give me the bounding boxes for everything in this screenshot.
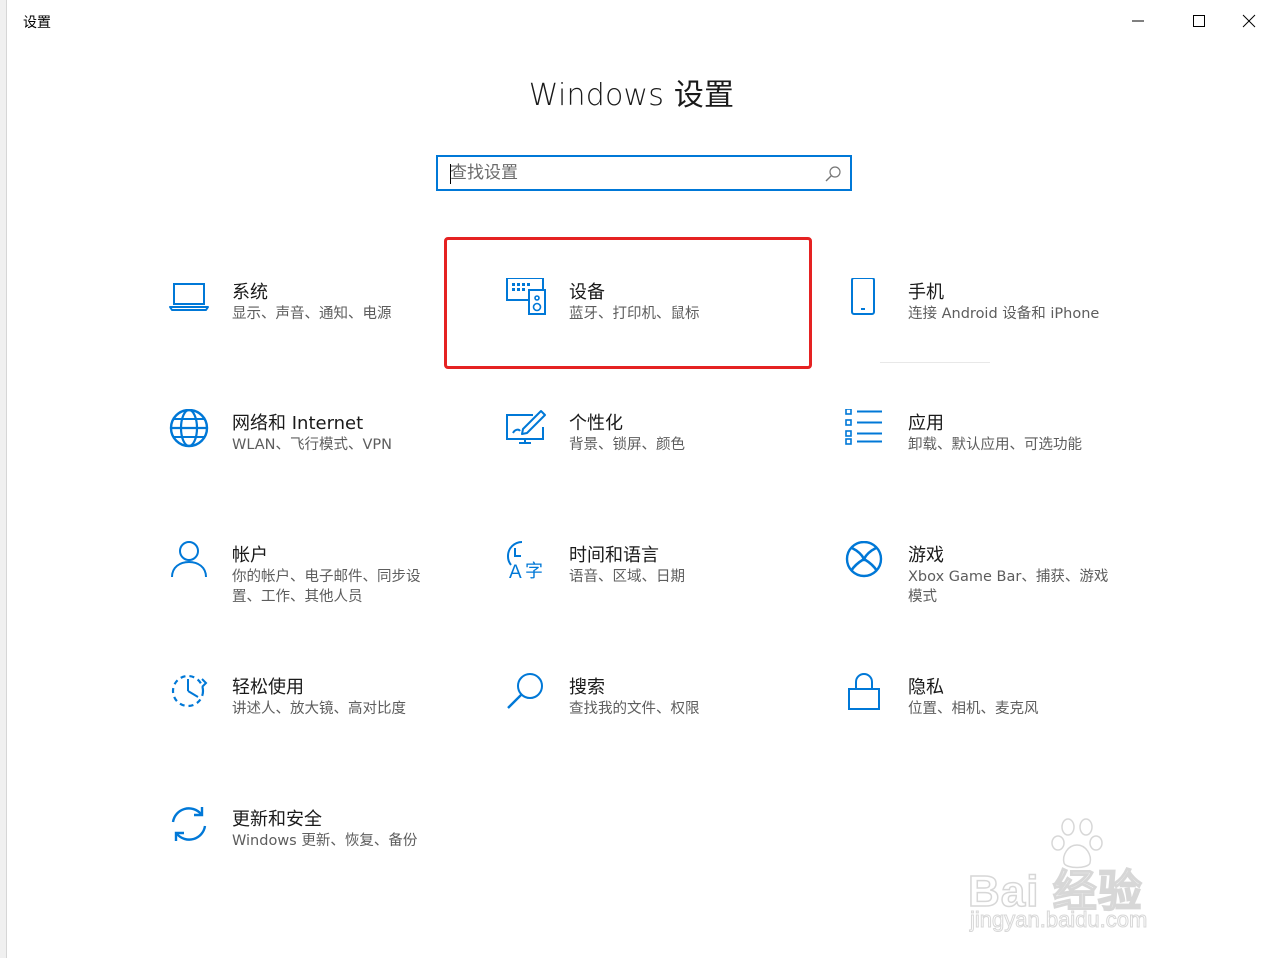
page-title: Windows 设置 [528, 78, 735, 113]
phone-icon [851, 278, 875, 315]
tile-description: Xbox Game Bar、捕获、游戏模式 [908, 569, 1109, 605]
highlight-box [444, 237, 812, 369]
tile-accounts[interactable]: 帐户 你的帐户、电子邮件、同步设置、工作、其他人员 [168, 541, 468, 631]
ease-of-access-icon [171, 674, 208, 708]
tile-description: 连接 Android 设备和 iPhone [908, 306, 1100, 322]
time-language-icon: A 字 [507, 541, 543, 583]
tile-description: 显示、声音、通知、电源 [232, 306, 392, 322]
tile-name: 搜索 [569, 677, 605, 698]
tile-phone[interactable]: 手机 连接 Android 设备和 iPhone [844, 278, 1144, 368]
maximize-icon [1193, 15, 1205, 27]
tile-search[interactable]: 搜索 查找我的文件、权限 [505, 673, 805, 763]
tile-name: 网络和 Internet [232, 413, 364, 434]
tile-privacy[interactable]: 隐私 位置、相机、麦克风 [844, 673, 1144, 763]
svg-text:A: A [509, 562, 522, 583]
tile-time-language[interactable]: A 字 时间和语言 语音、区域、日期 [505, 541, 805, 631]
tile-name: 帐户 [232, 545, 268, 566]
baidu-watermark: Bai 经验 jingyan.baidu.com [960, 815, 1240, 935]
minimize-icon [1132, 20, 1144, 22]
search-icon[interactable] [824, 165, 842, 183]
tile-description: 查找我的文件、权限 [569, 701, 700, 717]
tile-description: 你的帐户、电子邮件、同步设置、工作、其他人员 [232, 569, 421, 605]
tile-network[interactable]: 网络和 Internet WLAN、飞行模式、VPN [168, 409, 468, 499]
magnifier-icon [507, 673, 543, 709]
text-caret [450, 164, 451, 184]
lock-icon [848, 673, 880, 710]
tile-name: 系统 [232, 282, 268, 303]
tile-description: 位置、相机、麦克风 [908, 701, 1039, 717]
sync-icon [171, 807, 207, 841]
tile-name: 手机 [908, 282, 944, 303]
xbox-icon [845, 541, 883, 578]
person-icon [171, 541, 207, 578]
tile-update-security[interactable]: 更新和安全 Windows 更新、恢复、备份 [168, 805, 468, 895]
tile-name: 隐私 [908, 677, 944, 698]
tile-name: 应用 [908, 413, 944, 434]
search-box[interactable] [436, 155, 852, 191]
tile-system[interactable]: 系统 显示、声音、通知、电源 [168, 278, 468, 368]
tile-description: 背景、锁屏、颜色 [569, 437, 685, 453]
apps-list-icon [845, 409, 882, 445]
tile-description: Windows 更新、恢复、备份 [232, 833, 418, 849]
svg-text:字: 字 [525, 561, 543, 582]
tile-name: 轻松使用 [232, 677, 304, 698]
tile-ease-of-access[interactable]: 轻松使用 讲述人、放大镜、高对比度 [168, 673, 468, 763]
tile-apps[interactable]: 应用 卸载、默认应用、可选功能 [844, 409, 1144, 499]
paint-icon [506, 410, 546, 444]
tile-name: 更新和安全 [232, 809, 322, 830]
background-window-edge [0, 0, 7, 958]
tile-name: 个性化 [569, 413, 623, 434]
tile-name: 时间和语言 [569, 545, 659, 566]
tile-description: 卸载、默认应用、可选功能 [908, 437, 1082, 453]
title-bar: 设置 [7, 0, 1263, 42]
maximize-button[interactable] [1175, 0, 1223, 42]
tile-personalization[interactable]: 个性化 背景、锁屏、颜色 [505, 409, 805, 499]
watermark-url: jingyan.baidu.com [969, 907, 1148, 933]
tile-description: WLAN、飞行模式、VPN [232, 437, 393, 453]
tile-name: 游戏 [908, 545, 944, 566]
tile-description: 讲述人、放大镜、高对比度 [232, 701, 406, 717]
tile-description: 语音、区域、日期 [569, 569, 685, 585]
globe-icon [169, 409, 209, 448]
laptop-icon [169, 283, 209, 311]
window-title: 设置 [23, 15, 51, 31]
close-icon [1242, 14, 1256, 28]
close-button[interactable] [1235, 0, 1263, 42]
minimize-button[interactable] [1114, 0, 1162, 42]
divider [880, 362, 990, 363]
tile-gaming[interactable]: 游戏 Xbox Game Bar、捕获、游戏模式 [844, 541, 1144, 631]
search-input[interactable] [450, 157, 810, 189]
